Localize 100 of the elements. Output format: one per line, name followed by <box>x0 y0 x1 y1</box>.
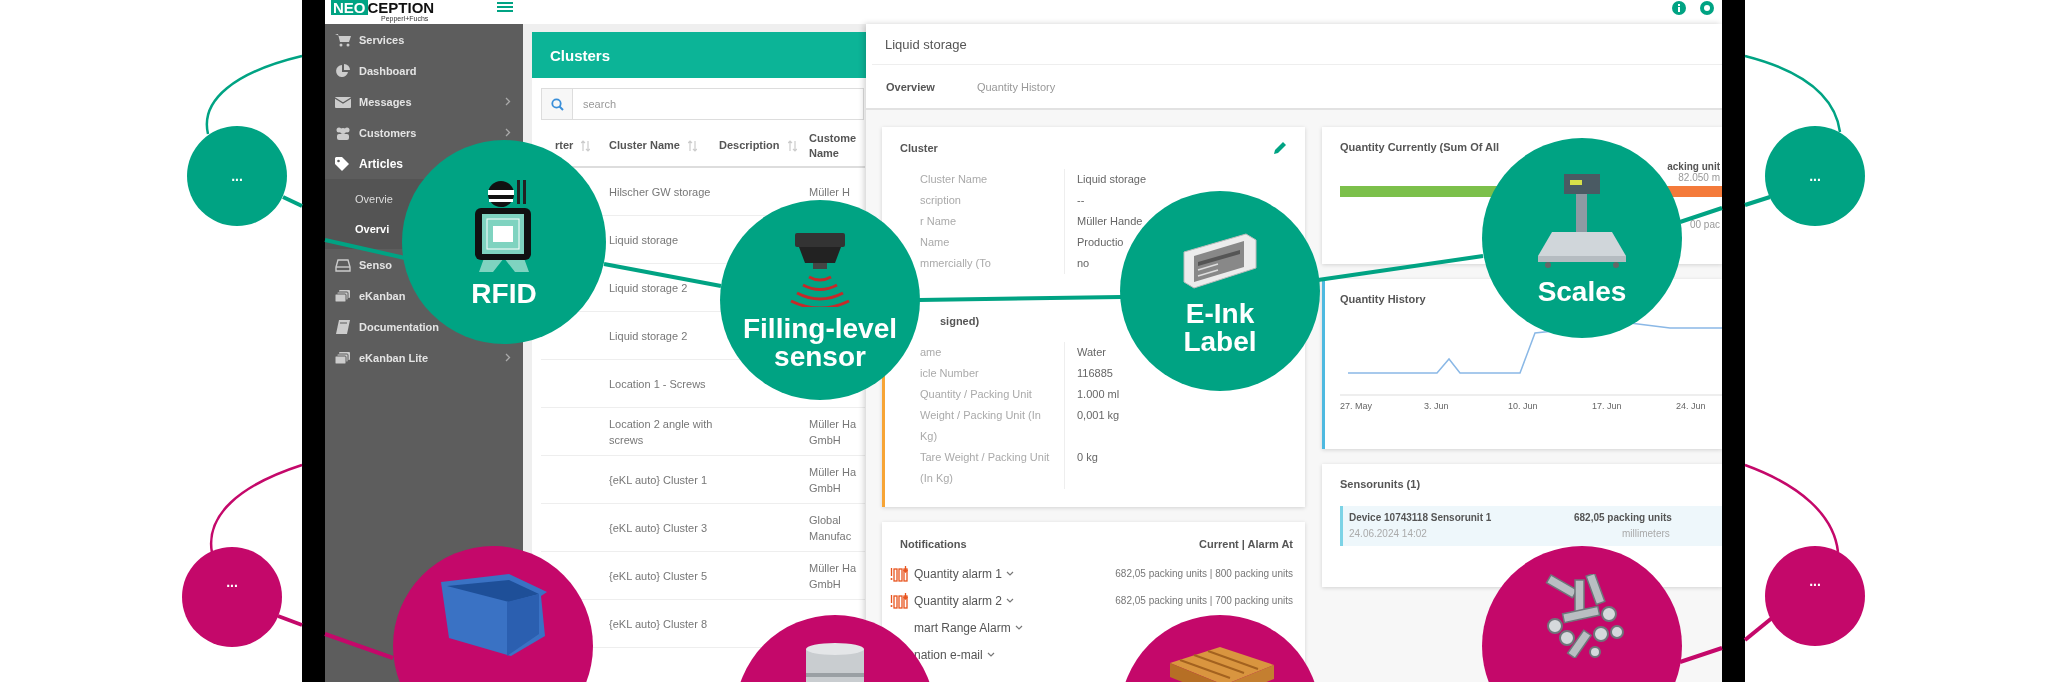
field-label: Weight / Packing Unit (In Kg) <box>920 405 1065 447</box>
notification-reading: 682,05 packing units | 700 packing units <box>1115 595 1293 606</box>
sensorunit-row[interactable]: Device 10743118 Sensorunit 1 24.06.2024 14:02 682,05 packing units millimeters <box>1340 506 1722 546</box>
device-name: Device 10743118 Sensorunit 1 <box>1349 511 1493 525</box>
connector-line <box>1744 195 1771 207</box>
table-cell-text: Hilscher GW storage <box>609 184 711 200</box>
feature-label: Scales <box>1536 278 1628 306</box>
sidebar-item[interactable]: Services <box>335 32 405 47</box>
table-cell-text: Liquid storage <box>609 232 679 248</box>
search-field[interactable]: search <box>573 88 864 120</box>
timestamp: 24.06.2024 14:02 <box>1349 527 1428 541</box>
field-value: Water <box>1076 345 1107 360</box>
feature-circle[interactable]: ... <box>182 547 282 647</box>
stack-icon <box>335 350 351 365</box>
notification-toggle[interactable]: mart Range Alarm <box>914 620 1011 635</box>
column-header[interactable]: Description <box>719 138 780 153</box>
feature-circle[interactable]: ... <box>1765 546 1865 646</box>
axis-label: 17. Jun <box>1592 401 1623 411</box>
tag-icon <box>335 156 351 171</box>
sensor-reading: millimeters <box>1621 527 1671 541</box>
notification-toggle[interactable]: Quantity alarm 2 <box>914 593 1003 608</box>
caret-icon[interactable] <box>986 651 995 658</box>
logo[interactable]: NEOCEPTION <box>331 0 491 15</box>
caret-icon[interactable] <box>1006 570 1015 577</box>
field-value: 0,001 kg <box>1076 408 1121 423</box>
menu-icon[interactable] <box>497 2 513 12</box>
axis-label: 10. Jun <box>1508 401 1539 411</box>
axis-label: 24. Jun <box>1676 401 1707 411</box>
pie-icon <box>335 63 351 78</box>
connector-line <box>1743 616 1774 642</box>
mail-icon <box>335 94 351 109</box>
field-value: Liquid storage <box>1076 172 1148 187</box>
more-label: ... <box>1809 169 1821 183</box>
submenu-item[interactable]: Overvie <box>355 184 393 214</box>
cart-icon <box>335 32 351 47</box>
tab[interactable]: Quantity History <box>976 80 1056 93</box>
table-cell-text: {eKL auto} Cluster 5 <box>609 568 708 584</box>
table-cell-text: Global Manufac <box>809 512 853 544</box>
users-icon <box>335 125 351 140</box>
field-value: 1.000 ml <box>1076 387 1121 402</box>
column-header[interactable]: Custome Name <box>809 130 865 161</box>
field-value: 116885 <box>1076 366 1114 381</box>
caret-icon[interactable] <box>1014 624 1023 631</box>
field-label: icle Number <box>920 363 1065 384</box>
connector-line <box>1679 646 1723 664</box>
field-label: ame <box>920 342 1065 363</box>
field-value: 0 kg <box>1076 450 1099 465</box>
connector-line <box>324 632 394 660</box>
label-display-icon <box>1180 230 1260 292</box>
pencil-icon[interactable] <box>1273 141 1287 155</box>
connector-line <box>277 614 303 627</box>
field-label: Name <box>920 232 1065 253</box>
connector-line <box>282 195 303 208</box>
quantity-value: 682,05 packing units <box>1574 511 1672 525</box>
sidebar-item[interactable]: Messages <box>335 94 412 109</box>
search-button[interactable] <box>541 88 573 120</box>
search-icon <box>550 97 564 111</box>
feature-label: RFID <box>470 280 538 308</box>
sidebar-item[interactable]: Articles <box>335 156 404 171</box>
card-title: Cluster <box>900 142 938 154</box>
feature-circle[interactable]: ... <box>187 126 287 226</box>
card-title: Quantity History <box>1340 293 1427 305</box>
field-label: r Name <box>920 211 1065 232</box>
submenu-item[interactable]: Overvi <box>355 214 390 244</box>
field-label: Cluster Name <box>920 169 1065 190</box>
field-label: mmercially (To <box>920 253 1065 274</box>
table-cell-text: Müller Ha GmbH <box>809 464 858 496</box>
field-label: scription <box>920 190 1065 211</box>
drive-icon <box>335 257 351 272</box>
more-label: ... <box>231 169 243 183</box>
table-cell-text: Liquid storage 2 <box>609 280 688 296</box>
feature-label: E-Ink Label <box>1182 300 1258 356</box>
card-title: Notifications <box>900 538 967 550</box>
table-cell-text: Location 1 - Screws <box>609 376 706 392</box>
table-cell-text: {eKL auto} Cluster 1 <box>609 472 708 488</box>
table-cell-text: Müller Ha GmbH <box>809 560 858 592</box>
field-value: no <box>1076 256 1091 271</box>
table-cell-text: Location 2 angle with screws <box>609 416 714 448</box>
notification-toggle[interactable]: Quantity alarm 1 <box>914 566 1003 581</box>
panel-title: Liquid storage <box>885 36 967 52</box>
notification-toggle[interactable]: nation e-mail <box>914 647 983 662</box>
card-title: Sensorunits (1) <box>1340 478 1422 490</box>
column-header[interactable]: rter <box>555 138 574 153</box>
book-icon <box>335 319 351 334</box>
table-cell-text: Liquid storage 2 <box>609 328 688 344</box>
info-icon[interactable] <box>1672 1 1686 15</box>
caret-icon[interactable] <box>1006 597 1015 604</box>
tab[interactable]: Overview <box>886 80 935 93</box>
axis-label: 3. Jun <box>1424 401 1450 411</box>
feature-circle[interactable]: ... <box>1765 126 1865 226</box>
sidebar-item[interactable]: Customers <box>335 125 417 140</box>
sidebar-item[interactable]: eKanban Lite <box>335 350 429 365</box>
column-header[interactable]: Cluster Name <box>609 138 680 153</box>
card-title: signed) <box>940 315 980 327</box>
sidebar-item[interactable]: Dashboard <box>335 63 417 78</box>
table-cell-text: Müller Ha GmbH <box>809 416 858 448</box>
table-cell-text: {eKL auto} Cluster 8 <box>609 616 708 632</box>
more-label: ... <box>1809 574 1821 588</box>
limit-reading: 00 pac <box>1689 219 1720 230</box>
sidebar-item[interactable]: Senso <box>335 257 392 272</box>
